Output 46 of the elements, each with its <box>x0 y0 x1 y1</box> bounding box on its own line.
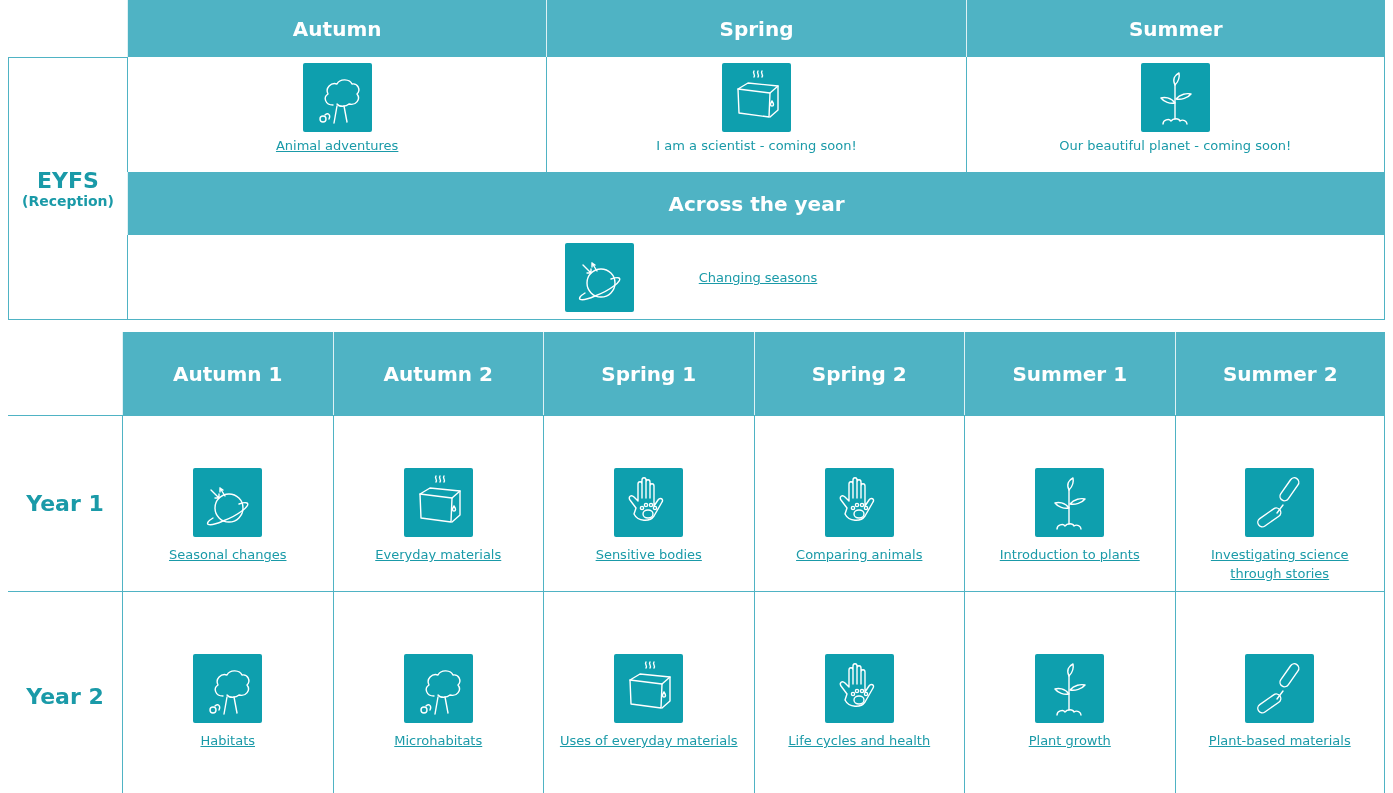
stage-label: EYFS <box>37 168 99 193</box>
topic-title: Our beautiful planet - coming soon! <box>1059 137 1292 155</box>
chain-icon <box>1245 654 1315 723</box>
tree-icon <box>403 654 473 723</box>
hand-icon <box>824 654 894 723</box>
topic-link[interactable]: Changing seasons <box>698 267 818 287</box>
topic-link[interactable]: Microhabitats <box>394 731 483 750</box>
section-header: Across the year <box>127 172 1385 235</box>
tree-icon <box>302 63 372 132</box>
topic-link[interactable]: Habitats <box>200 731 255 750</box>
term-header: Summer 1 <box>964 332 1175 415</box>
term-header: Summer 2 <box>1174 332 1385 415</box>
topic-link[interactable]: Uses of everyday materials <box>559 731 738 750</box>
topic-link[interactable]: Plant-based materials <box>1208 731 1351 750</box>
chain-icon <box>1245 468 1315 537</box>
topic-link[interactable]: Plant growth <box>1028 731 1111 750</box>
hand-icon <box>824 468 894 537</box>
topic-link[interactable]: Animal adventures <box>275 136 399 155</box>
cube-icon <box>722 63 791 132</box>
season-header: Summer <box>965 0 1385 57</box>
topic-link[interactable]: Introduction to plants <box>999 545 1140 564</box>
topic-link[interactable]: Life cycles and health <box>788 731 931 750</box>
planet-icon <box>564 242 634 312</box>
season-header: Spring <box>546 0 966 57</box>
plant-icon <box>1140 63 1210 132</box>
topic-link[interactable]: Everyday materials <box>375 545 502 564</box>
topic-link[interactable]: Sensitive bodies <box>595 545 702 564</box>
term-header: Autumn 2 <box>332 332 543 415</box>
term-header: Spring 1 <box>543 332 754 415</box>
stage-sublabel: (Reception) <box>22 193 114 209</box>
year-label: Year 2 <box>8 591 122 793</box>
hand-icon <box>614 468 684 537</box>
topic-title: I am a scientist - coming soon! <box>656 137 857 155</box>
tree-icon <box>193 654 263 723</box>
term-header: Autumn 1 <box>122 332 333 415</box>
cube-icon <box>614 654 684 723</box>
year-label: Year 1 <box>8 415 122 591</box>
plant-icon <box>1035 468 1105 537</box>
topic-link[interactable]: Seasonal changes <box>169 545 287 564</box>
term-header: Spring 2 <box>753 332 964 415</box>
topic-link[interactable]: Investigating science through stories <box>1189 545 1370 583</box>
topic-link[interactable]: Comparing animals <box>796 545 923 564</box>
planet-icon <box>193 468 263 537</box>
cube-icon <box>403 468 473 537</box>
season-header: Autumn <box>127 0 547 57</box>
plant-icon <box>1035 654 1105 723</box>
